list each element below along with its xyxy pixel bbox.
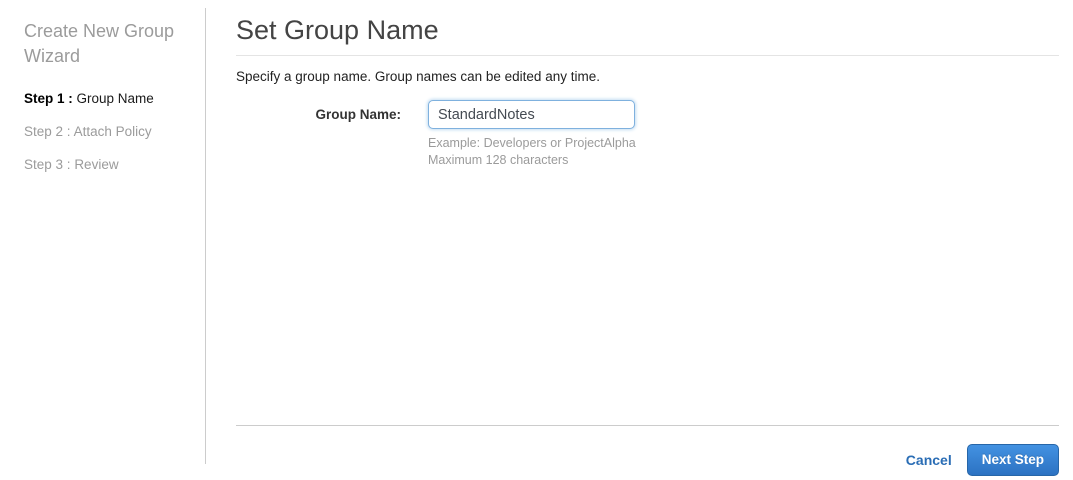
title-rule — [236, 55, 1059, 56]
wizard-sidebar: Create New Group Wizard Step 1 : Group N… — [0, 0, 205, 480]
footer-actions: Cancel Next Step — [906, 444, 1059, 476]
next-step-button[interactable]: Next Step — [966, 444, 1059, 476]
group-name-form-row: Group Name: Example: Developers or Proje… — [236, 100, 1059, 169]
create-group-wizard-page: Create New Group Wizard Step 1 : Group N… — [0, 0, 1073, 480]
step-2-label: Attach Policy — [73, 124, 152, 139]
step-3-label: Review — [74, 157, 119, 172]
group-name-field: Example: Developers or ProjectAlpha Maxi… — [428, 100, 636, 169]
footer-rule — [236, 425, 1059, 426]
main-content: Set Group Name Specify a group name. Gro… — [206, 0, 1073, 480]
wizard-title: Create New Group Wizard — [24, 21, 175, 66]
step-2-prefix: Step 2 : — [24, 124, 71, 139]
sidebar-step-2-attach-policy: Step 2 : Attach Policy — [24, 124, 185, 140]
page-description: Specify a group name. Group names can be… — [236, 69, 600, 84]
step-1-label: Group Name — [76, 91, 154, 106]
step-1-prefix: Step 1 : — [24, 91, 73, 106]
page-title: Set Group Name — [236, 15, 439, 45]
sidebar-step-3-review: Step 3 : Review — [24, 157, 185, 173]
group-name-hint-example: Example: Developers or ProjectAlpha — [428, 136, 636, 150]
group-name-label: Group Name: — [315, 107, 401, 122]
sidebar-step-1-group-name: Step 1 : Group Name — [24, 91, 185, 107]
cancel-button[interactable]: Cancel — [906, 452, 952, 468]
step-3-prefix: Step 3 : — [24, 157, 71, 172]
group-name-input[interactable] — [428, 100, 635, 129]
group-name-hint-max: Maximum 128 characters — [428, 153, 569, 167]
